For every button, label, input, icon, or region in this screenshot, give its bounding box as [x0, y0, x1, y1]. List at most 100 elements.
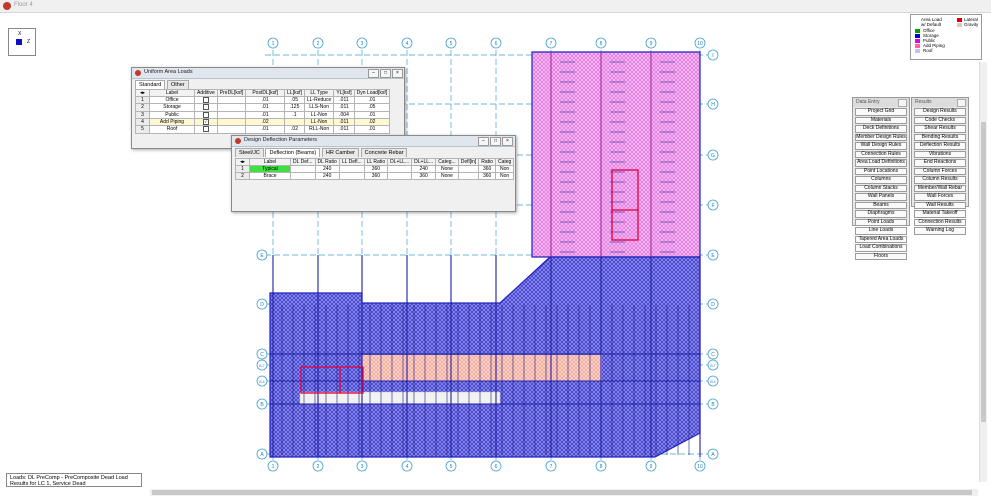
- table-row[interactable]: 2 Brace 240 360 360 None 360 Non: [235, 172, 515, 180]
- cell-c9[interactable]: 360: [478, 172, 496, 180]
- row-number[interactable]: 2: [135, 103, 150, 112]
- grid-bubble[interactable]: 10: [694, 460, 706, 472]
- checkbox-icon[interactable]: [202, 126, 209, 133]
- cell-label[interactable]: Add Piping: [149, 117, 195, 127]
- table-row[interactable]: 4 Add Piping ✓ .02 LL-Non .011.02: [135, 117, 391, 127]
- grid-bubble[interactable]: H: [707, 98, 719, 110]
- grid-bubble[interactable]: 9: [645, 37, 657, 49]
- cell-c8[interactable]: [457, 165, 480, 173]
- panel-button[interactable]: Tapered Area Loads: [855, 235, 907, 243]
- col-header[interactable]: LL Ratio: [363, 158, 389, 166]
- grid-bubble[interactable]: 1: [267, 37, 279, 49]
- cell-label[interactable]: Typical: [249, 165, 291, 173]
- cell-post[interactable]: .02: [245, 117, 286, 127]
- cell-lltype[interactable]: LLS-Non: [303, 103, 335, 112]
- grid-bubble[interactable]: 10: [694, 37, 706, 49]
- piping-area[interactable]: [362, 355, 602, 381]
- cell-pre[interactable]: [216, 110, 247, 120]
- panel-button[interactable]: Shear Results: [914, 125, 966, 133]
- close-button[interactable]: ×: [502, 137, 513, 146]
- col-header[interactable]: Label: [149, 89, 195, 97]
- panel-button[interactable]: Deflection Results: [914, 142, 966, 150]
- panel-button[interactable]: Beams: [855, 201, 907, 209]
- cell-c5[interactable]: [387, 172, 413, 180]
- grid-bubble[interactable]: 4: [401, 460, 413, 472]
- cell-lltype[interactable]: LL-Reduce: [303, 95, 335, 105]
- grid-bubble[interactable]: B.4: [256, 375, 268, 387]
- panel-button[interactable]: Warning Log: [914, 227, 966, 235]
- grid-bubble[interactable]: B.7: [707, 359, 719, 371]
- col-header[interactable]: LL[ksf]: [284, 89, 305, 97]
- cell-dyn[interactable]: .02: [353, 117, 391, 127]
- col-header[interactable]: DL Def...: [290, 158, 316, 166]
- panel-button[interactable]: Wall Forces: [914, 193, 966, 201]
- cell-label[interactable]: Office: [149, 95, 195, 105]
- row-number[interactable]: 2: [235, 172, 250, 180]
- grid-bubble[interactable]: 2: [312, 37, 324, 49]
- panel-button[interactable]: Area Load Definitions: [855, 159, 907, 167]
- cell-yl[interactable]: .011: [333, 95, 355, 105]
- grid-bubble[interactable]: B: [256, 398, 268, 410]
- col-header[interactable]: LL Defl...: [338, 158, 365, 166]
- additive-checkbox[interactable]: [194, 103, 218, 112]
- grid-bubble[interactable]: A: [256, 448, 268, 460]
- horizontal-scroll-thumb[interactable]: [152, 490, 972, 495]
- cell-c5[interactable]: [387, 165, 413, 173]
- row-number[interactable]: 3: [135, 110, 150, 120]
- cell-ll[interactable]: .05: [284, 95, 305, 105]
- row-number[interactable]: 1: [235, 165, 250, 173]
- cell-yl[interactable]: .004: [333, 110, 355, 120]
- grid-bubble[interactable]: D: [256, 298, 268, 310]
- cell-dyn[interactable]: .05: [353, 103, 391, 112]
- grid-bubble[interactable]: 8: [595, 37, 607, 49]
- cell-post[interactable]: .01: [245, 103, 286, 112]
- cell-pre[interactable]: [216, 95, 247, 105]
- checkbox-icon[interactable]: [202, 104, 209, 111]
- additive-checkbox[interactable]: [194, 110, 218, 120]
- deflection-table[interactable]: ◂▸ Label DL Def... DL Ratio LL Defl... L…: [235, 158, 515, 180]
- cell-ll[interactable]: .02: [284, 125, 305, 134]
- maximize-button[interactable]: □: [490, 137, 501, 146]
- panel-close-icon[interactable]: [957, 99, 966, 107]
- deflection-window[interactable]: Design Deflection Parameters – □ × Steel…: [231, 135, 516, 212]
- close-button[interactable]: ×: [392, 69, 403, 78]
- cell-post[interactable]: .01: [245, 95, 286, 105]
- cell-label[interactable]: Storage: [149, 103, 195, 112]
- vertical-scrollbar[interactable]: [979, 62, 987, 482]
- cell-c2[interactable]: 240: [314, 165, 340, 173]
- grid-bubble[interactable]: I: [707, 49, 719, 61]
- panel-button[interactable]: Point Loads: [855, 218, 907, 226]
- cell-pre[interactable]: [216, 117, 247, 127]
- tab-deflection-beams[interactable]: Deflection (Beams): [265, 148, 321, 157]
- col-header[interactable]: PreDL[ksf]: [216, 89, 247, 97]
- grid-bubble[interactable]: 4: [401, 37, 413, 49]
- col-header[interactable]: Categ: [494, 158, 515, 166]
- table-row[interactable]: 2 Storage .01.125 LLS-Non .011.05: [135, 103, 391, 112]
- grid-bubble[interactable]: G: [707, 149, 719, 161]
- cell-label[interactable]: Brace: [249, 172, 291, 180]
- col-header[interactable]: LL Type: [303, 89, 335, 97]
- col-header[interactable]: DL+LL...: [387, 158, 413, 166]
- grid-bubble[interactable]: F: [707, 199, 719, 211]
- panel-button[interactable]: Vibrations: [914, 150, 966, 158]
- grid-bubble[interactable]: A: [707, 448, 719, 460]
- minimize-button[interactable]: –: [478, 137, 489, 146]
- grid-bubble[interactable]: 5: [445, 37, 457, 49]
- maximize-button[interactable]: □: [380, 69, 391, 78]
- panel-button[interactable]: Column Stacks: [855, 184, 907, 192]
- table-row[interactable]: 1 Office .01.05 LL-Reduce .011.01: [135, 95, 391, 105]
- horizontal-scrollbar[interactable]: [150, 489, 978, 496]
- cell-c6[interactable]: 240: [411, 165, 437, 173]
- col-header[interactable]: Label: [249, 158, 291, 166]
- cell-pre[interactable]: [216, 125, 247, 134]
- grid-bubble[interactable]: B.7: [256, 359, 268, 371]
- col-header[interactable]: PostDL[ksf]: [245, 89, 286, 97]
- roof-area[interactable]: [531, 51, 701, 258]
- tab-hr-camber[interactable]: HR Camber: [321, 148, 359, 157]
- grid-bubble[interactable]: C: [256, 348, 268, 360]
- tab-other[interactable]: Other: [167, 80, 189, 89]
- cell-ll[interactable]: .125: [284, 103, 305, 112]
- panel-button[interactable]: Member/Wall Rebar: [914, 184, 966, 192]
- grid-bubble[interactable]: 6: [490, 37, 502, 49]
- grid-bubble[interactable]: 6: [490, 460, 502, 472]
